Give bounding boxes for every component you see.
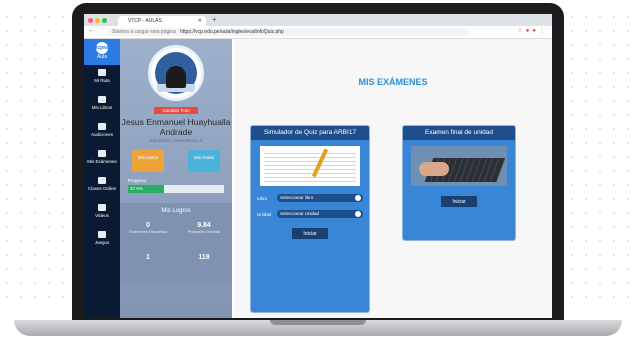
book-select-label: Libro xyxy=(257,195,268,201)
logo[interactable]: icpna Aula xyxy=(84,39,120,65)
achievement-item: 1 xyxy=(120,254,176,286)
laptop-screen: VTCP - AULAS ✕ + ← Stamos a cargar esta … xyxy=(84,14,552,318)
progress-fill: 37.5% xyxy=(128,185,164,193)
achievement-value: 0 xyxy=(146,222,150,229)
url-text: https://vcp.edu.pe/aula/ingles/evalInfoQ… xyxy=(180,29,284,35)
book-select[interactable]: Seleccionar libro xyxy=(277,194,363,202)
sidebar-item-label: Mis Libros xyxy=(91,105,113,110)
profile-panel: Cambiar Foto Jesus Enmanuel Huayhualla A… xyxy=(120,39,232,318)
app-body: icpna Aula Mi Ruta Mis Libros Audiciones… xyxy=(84,39,552,318)
monitor-icon xyxy=(98,177,106,184)
unit-select-label: Unidad xyxy=(257,211,272,217)
book-select-row: Libro Seleccionar libro xyxy=(257,194,363,202)
sidebar-item-label: Mis Exámenes xyxy=(87,159,117,164)
achievements-panel: Mis Logros 0 Exámenes Resueltos 9.84 Prome… xyxy=(120,203,232,283)
achievement-item: 9.84 Promedio General xyxy=(176,222,232,254)
unit-select[interactable]: Seleccionar Unidad xyxy=(277,210,363,218)
unit-select-row: Unidad Seleccionar Unidad xyxy=(257,210,363,218)
typing-image xyxy=(411,146,507,186)
sidebar-item-clases-online[interactable]: Clases Online xyxy=(84,173,120,200)
url-field[interactable]: Stamos a cargar esta página https://vcp.… xyxy=(108,28,468,36)
avatar xyxy=(148,45,204,101)
main-content: MIS EXÁMENES Simulador de Quiz para ARBI… xyxy=(234,39,552,318)
back-icon[interactable]: ← xyxy=(88,27,95,34)
achievements-title: Mis Logros xyxy=(161,208,191,214)
sidebar-item-label: Videos xyxy=(95,213,109,218)
sidebar-item-juegos[interactable]: Juegos xyxy=(84,227,120,254)
page-title: MIS EXÁMENES xyxy=(358,77,428,87)
user-name: Jesus Enmanuel Huayhualla Andrade xyxy=(121,117,231,137)
achievement-value: 9.84 xyxy=(197,222,211,229)
select-toggle-icon xyxy=(355,195,361,201)
progress-bar: 37.5% xyxy=(128,185,224,193)
sidebar-item-label: Clases Online xyxy=(87,186,116,191)
achievement-value: 1 xyxy=(146,254,150,261)
my-data-button[interactable]: Mis Datos xyxy=(132,150,164,172)
select-toggle-icon xyxy=(355,211,361,217)
tab-title: VTCP - AULAS xyxy=(128,18,162,24)
gamepad-icon xyxy=(98,231,106,238)
new-tab-icon[interactable]: + xyxy=(212,15,217,24)
user-role: Estudiante, Nivel Básico 3 xyxy=(149,138,203,143)
sidebar-item-label: Mi Ruta xyxy=(94,78,110,83)
book-icon xyxy=(98,96,106,103)
card-title: Examen final de unidad xyxy=(403,126,515,140)
maximize-window-icon[interactable] xyxy=(102,18,107,23)
logo-sub: Aula xyxy=(96,54,107,60)
sidebar-item-label: Audiciones xyxy=(90,132,113,137)
sidebar-nav: icpna Aula Mi Ruta Mis Libros Audiciones… xyxy=(84,39,120,318)
avatar-person xyxy=(166,66,186,88)
browser-tabbar: VTCP - AULAS ✕ + xyxy=(84,14,552,26)
achievement-label: Exámenes Resueltos xyxy=(129,229,167,234)
tab-close-icon[interactable]: ✕ xyxy=(198,16,202,26)
start-exam-button[interactable]: Iniciar xyxy=(441,196,477,207)
sidebar-item-label: Juegos xyxy=(94,240,110,245)
headphones-icon xyxy=(98,123,106,130)
background-dots-right xyxy=(565,10,635,310)
laptop-notch xyxy=(270,320,366,325)
sidebar-item-audiciones[interactable]: Audiciones xyxy=(84,119,120,146)
card-title: Simulador de Quiz para ARBI17 xyxy=(251,126,369,140)
achievement-item: 119 xyxy=(176,254,232,286)
book-select-value: Seleccionar libro xyxy=(280,195,314,200)
start-quiz-button[interactable]: Iniciar xyxy=(292,228,328,239)
address-bar: ← Stamos a cargar esta página https://vc… xyxy=(84,26,552,39)
sidebar-item-mis-libros[interactable]: Mis Libros xyxy=(84,92,120,119)
background-dots-left xyxy=(0,10,70,310)
browser-tab[interactable]: VTCP - AULAS ✕ xyxy=(118,16,206,26)
url-hint: Stamos a cargar esta página xyxy=(112,29,176,35)
quiz-image xyxy=(260,146,360,186)
achievement-label: Promedio General xyxy=(187,229,221,234)
my-grades-button[interactable]: Mis Notas xyxy=(188,150,220,172)
exam-icon xyxy=(98,150,106,157)
sidebar-item-videos[interactable]: Videos xyxy=(84,200,120,227)
minimize-window-icon[interactable] xyxy=(95,18,100,23)
unit-select-value: Seleccionar Unidad xyxy=(280,211,320,216)
profile-buttons: Mis Datos Mis Notas xyxy=(120,150,232,172)
route-icon xyxy=(98,69,106,76)
achievements-grid: 0 Exámenes Resueltos 9.84 Promedio General… xyxy=(120,222,232,286)
achievement-value: 119 xyxy=(198,254,210,261)
close-window-icon[interactable] xyxy=(88,18,93,23)
quiz-simulator-card: Simulador de Quiz para ARBI17 Libro Sele… xyxy=(250,125,370,313)
final-exam-card: Examen final de unidad Iniciar xyxy=(402,125,516,241)
quiz-image-lines xyxy=(264,150,356,182)
video-icon xyxy=(98,204,106,211)
extension-icons[interactable]: ☆●●⋮ xyxy=(517,27,548,34)
hand-graphic xyxy=(419,162,449,176)
achievement-item: 0 Exámenes Resueltos xyxy=(120,222,176,254)
logo-circle: icpna xyxy=(96,42,109,54)
change-photo-button[interactable]: Cambiar Foto xyxy=(154,107,198,114)
progress-label: Progreso xyxy=(128,178,147,183)
sidebar-item-mi-ruta[interactable]: Mi Ruta xyxy=(84,65,120,92)
sidebar-item-mis-examenes[interactable]: Mis Exámenes xyxy=(84,146,120,173)
